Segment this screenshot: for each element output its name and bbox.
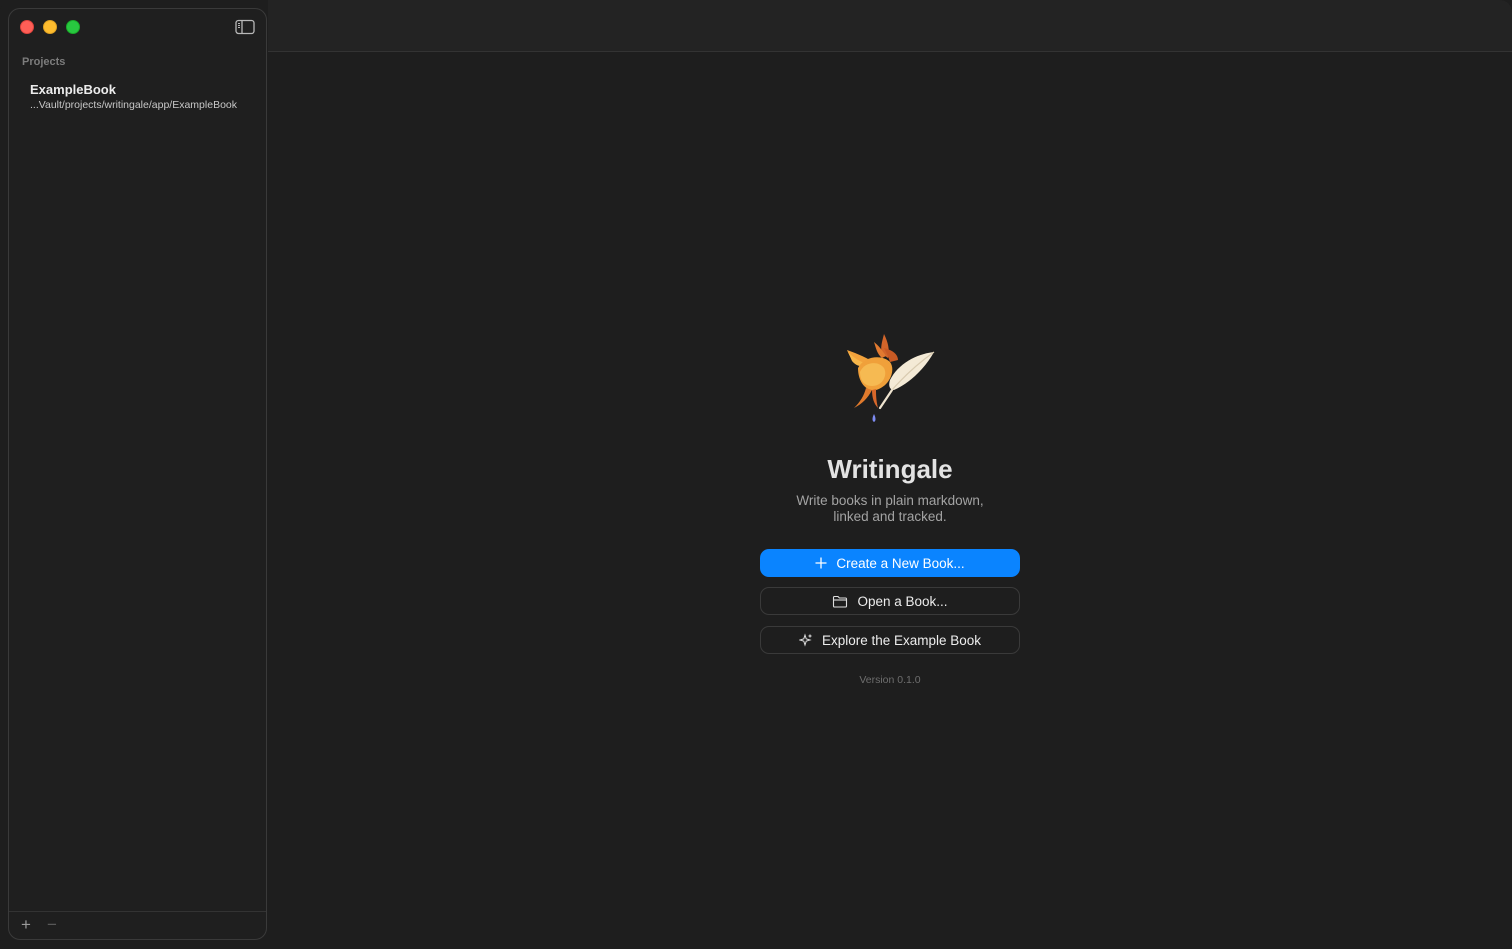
open-book-label: Open a Book... — [857, 593, 948, 609]
plus-icon — [815, 557, 827, 569]
project-name: ExampleBook — [30, 82, 116, 97]
create-new-book-label: Create a New Book... — [836, 555, 965, 571]
projects-section-header: Projects — [22, 56, 66, 68]
zoom-window-button[interactable] — [66, 20, 80, 34]
project-path: ...Vault/projects/writingale/app/Example… — [30, 99, 237, 111]
remove-project-button[interactable]: − — [43, 915, 61, 934]
app-title: Writingale — [827, 454, 953, 484]
close-window-button[interactable] — [20, 20, 34, 34]
sidebar-toggle-icon[interactable] — [235, 19, 255, 35]
tagline-line-1: Write books in plain markdown, — [796, 493, 984, 508]
app-window: Projects ExampleBook ...Vault/projects/w… — [0, 0, 1512, 949]
sidebar-footer: + − — [9, 911, 266, 939]
minimize-window-button[interactable] — [43, 20, 57, 34]
version-label: Version 0.1.0 — [859, 674, 921, 686]
create-new-book-button[interactable]: Create a New Book... — [760, 549, 1020, 577]
folder-icon — [832, 595, 848, 608]
tagline: Write books in plain markdown, linked an… — [760, 493, 1020, 525]
sparkles-icon — [798, 633, 813, 647]
explore-example-book-label: Explore the Example Book — [821, 632, 982, 648]
tagline-line-2: linked and tracked. — [833, 509, 947, 524]
open-book-button[interactable]: Open a Book... — [760, 587, 1020, 615]
bird-quill-logo — [844, 328, 938, 426]
project-item-examplebook[interactable]: ExampleBook ...Vault/projects/writingale… — [22, 81, 256, 119]
main-toolbar — [268, 0, 1512, 52]
add-project-button[interactable]: + — [17, 915, 35, 934]
sidebar: Projects ExampleBook ...Vault/projects/w… — [8, 8, 267, 940]
explore-example-book-button[interactable]: Explore the Example Book — [760, 626, 1020, 654]
